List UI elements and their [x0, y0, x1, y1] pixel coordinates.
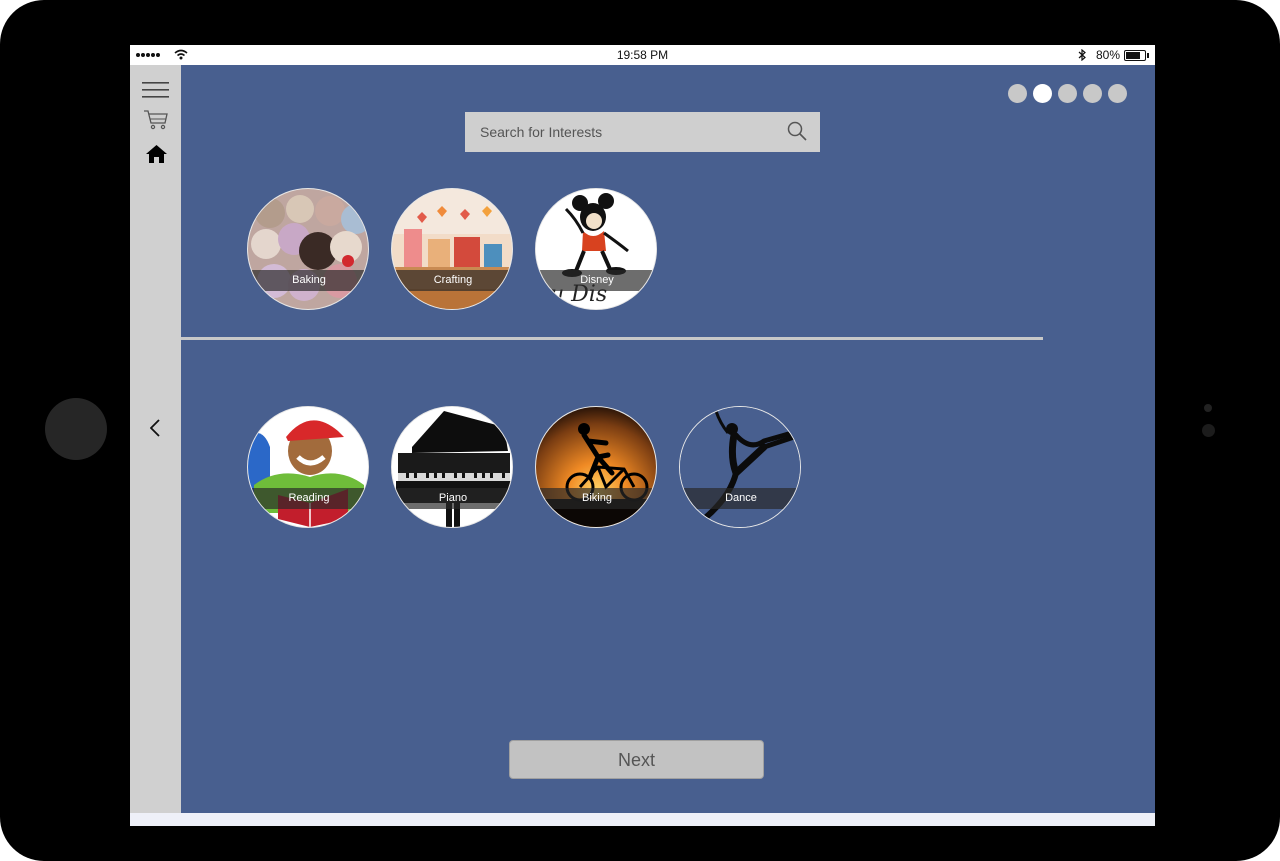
- interest-label: Biking: [536, 488, 656, 509]
- section-divider: [181, 337, 1043, 340]
- status-bar: 19:58 PM 80%: [130, 45, 1155, 65]
- device-sensor: [1204, 404, 1212, 412]
- interest-disney[interactable]: u Dis Disney: [535, 188, 657, 310]
- battery-level: [1126, 52, 1141, 59]
- search-input[interactable]: [465, 112, 775, 152]
- biking-image: [536, 407, 656, 527]
- menu-icon[interactable]: [142, 82, 169, 98]
- progress-dot: [1108, 84, 1127, 103]
- battery-icon: [1124, 50, 1149, 61]
- interest-baking[interactable]: Baking: [247, 188, 369, 310]
- progress-dots: [1008, 84, 1127, 103]
- progress-dot: [1033, 84, 1052, 103]
- interest-reading[interactable]: Reading: [247, 406, 369, 528]
- chevron-left-icon[interactable]: [150, 419, 160, 437]
- interest-crafting[interactable]: Crafting: [391, 188, 513, 310]
- crafting-image: [392, 189, 512, 309]
- interest-dance[interactable]: Dance: [679, 406, 801, 528]
- sidebar: [130, 65, 181, 813]
- interest-label: Baking: [248, 270, 368, 291]
- device-home-button[interactable]: [45, 398, 107, 460]
- cart-icon[interactable]: [144, 110, 168, 130]
- interest-piano[interactable]: Piano: [391, 406, 513, 528]
- device-camera: [1202, 424, 1215, 437]
- interest-biking[interactable]: Biking: [535, 406, 657, 528]
- bottom-strip: [130, 813, 1155, 826]
- disney-image: u Dis: [536, 189, 656, 309]
- bluetooth-icon: [1078, 49, 1086, 61]
- status-time: 19:58 PM: [616, 48, 669, 62]
- interest-picker: Baking Crafting: [181, 65, 1155, 813]
- progress-dot: [1083, 84, 1102, 103]
- interest-label: Piano: [392, 488, 512, 509]
- tablet-frame: 19:58 PM 80% Search for Interests Baking…: [0, 0, 1280, 861]
- baking-image: [248, 189, 368, 309]
- piano-image: [392, 407, 512, 527]
- interest-label: Disney: [536, 270, 656, 291]
- interest-label: Crafting: [392, 270, 512, 291]
- dance-image: [680, 407, 800, 527]
- interest-label: Dance: [680, 488, 800, 509]
- progress-dot: [1008, 84, 1027, 103]
- search-icon[interactable]: [787, 121, 807, 141]
- progress-dot: [1058, 84, 1077, 103]
- screen: 19:58 PM 80% Search for Interests Baking…: [130, 45, 1155, 826]
- home-icon[interactable]: [146, 145, 167, 163]
- next-button[interactable]: Next: [509, 740, 764, 779]
- reading-image: [248, 407, 368, 527]
- search-bar[interactable]: [465, 112, 820, 152]
- battery-percent: 80%: [1096, 48, 1121, 62]
- interest-label: Reading: [248, 488, 368, 509]
